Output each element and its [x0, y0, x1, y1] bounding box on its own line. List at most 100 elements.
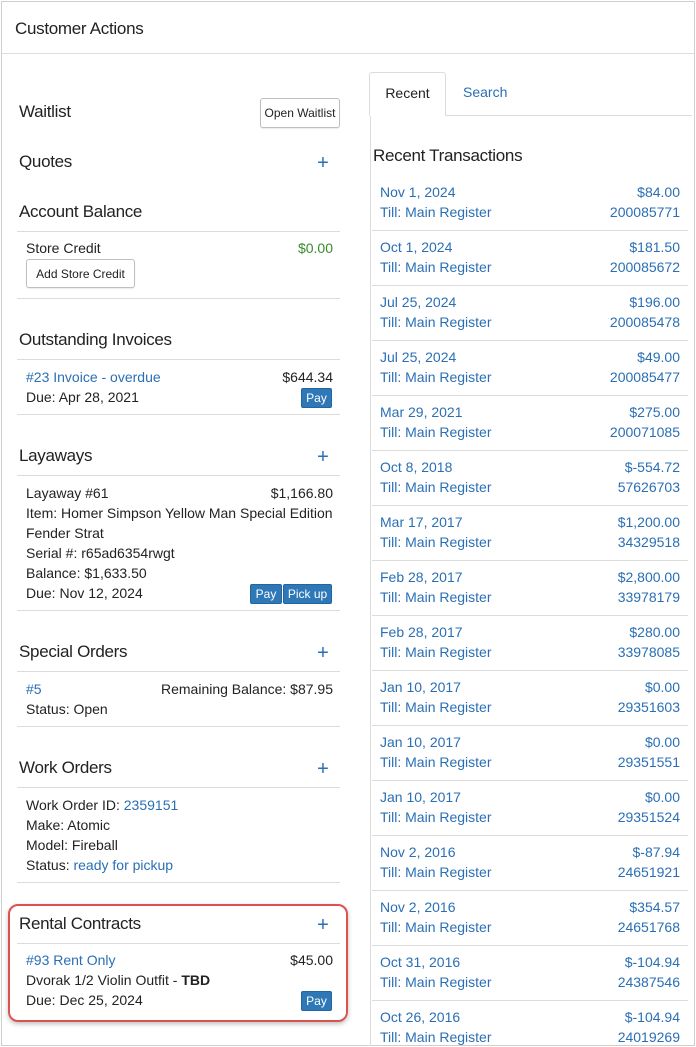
- transaction-row[interactable]: Jan 10, 2017 $0.00 Till: Main Register 2935…: [372, 781, 688, 836]
- transaction-amount[interactable]: $275.00: [629, 404, 680, 420]
- invoice-pay-button[interactable]: Pay: [301, 388, 332, 408]
- transaction-till[interactable]: Till: Main Register: [380, 314, 492, 330]
- transaction-number[interactable]: 200085477: [610, 369, 680, 385]
- transaction-date[interactable]: Nov 2, 2016: [380, 844, 456, 860]
- transaction-row[interactable]: Oct 1, 2024 $181.50 Till: Main Register 200…: [372, 231, 688, 286]
- transaction-row[interactable]: Jul 25, 2024 $196.00 Till: Main Register 20…: [372, 286, 688, 341]
- transaction-number[interactable]: 34329518: [618, 534, 680, 550]
- work-order-status-link[interactable]: ready for pickup: [73, 857, 173, 873]
- transaction-till[interactable]: Till: Main Register: [380, 369, 492, 385]
- transaction-date[interactable]: Oct 1, 2024: [380, 239, 452, 255]
- transaction-row[interactable]: Mar 17, 2017 $1,200.00 Till: Main Register…: [372, 506, 688, 561]
- transaction-date[interactable]: Jan 10, 2017: [380, 734, 461, 750]
- transaction-number[interactable]: 24019269: [618, 1029, 680, 1045]
- transaction-till[interactable]: Till: Main Register: [380, 864, 492, 880]
- transaction-amount[interactable]: $0.00: [645, 679, 680, 695]
- transaction-number[interactable]: 200085672: [610, 259, 680, 275]
- transaction-amount[interactable]: $0.00: [645, 734, 680, 750]
- open-waitlist-button[interactable]: Open Waitlist: [260, 98, 340, 128]
- transaction-row[interactable]: Jan 10, 2017 $0.00 Till: Main Register 2935…: [372, 671, 688, 726]
- transaction-number[interactable]: 24651921: [618, 864, 680, 880]
- add-work-order-button[interactable]: +: [316, 759, 330, 779]
- divider: [17, 671, 340, 672]
- transaction-till[interactable]: Till: Main Register: [380, 1029, 492, 1045]
- transaction-amount[interactable]: $0.00: [645, 789, 680, 805]
- transaction-date[interactable]: Nov 2, 2016: [380, 899, 456, 915]
- transaction-till[interactable]: Till: Main Register: [380, 974, 492, 990]
- work-order-id-link[interactable]: 2359151: [124, 797, 179, 813]
- transaction-number[interactable]: 24651768: [618, 919, 680, 935]
- transaction-row[interactable]: Oct 31, 2016 $-104.94 Till: Main Register 2…: [372, 946, 688, 1001]
- transaction-till[interactable]: Till: Main Register: [380, 754, 492, 770]
- transaction-number[interactable]: 200085478: [610, 314, 680, 330]
- transaction-row[interactable]: Oct 26, 2016 $-104.94 Till: Main Register 2…: [372, 1001, 688, 1047]
- transaction-number[interactable]: 33978179: [618, 589, 680, 605]
- transaction-date[interactable]: Mar 29, 2021: [380, 404, 463, 420]
- transaction-amount[interactable]: $354.57: [629, 899, 680, 915]
- add-special-order-button[interactable]: +: [316, 643, 330, 663]
- add-store-credit-button[interactable]: Add Store Credit: [26, 259, 135, 288]
- transaction-till[interactable]: Till: Main Register: [380, 919, 492, 935]
- transaction-row[interactable]: Nov 2, 2016 $-87.94 Till: Main Register 246…: [372, 836, 688, 891]
- transaction-row[interactable]: Jan 10, 2017 $0.00 Till: Main Register 2935…: [372, 726, 688, 781]
- transaction-date[interactable]: Jul 25, 2024: [380, 294, 456, 310]
- transaction-amount[interactable]: $49.00: [637, 349, 680, 365]
- special-order-link[interactable]: #5: [26, 681, 42, 697]
- transaction-till[interactable]: Till: Main Register: [380, 644, 492, 660]
- transaction-number[interactable]: 33978085: [618, 644, 680, 660]
- transaction-till[interactable]: Till: Main Register: [380, 259, 492, 275]
- transaction-number[interactable]: 29351551: [618, 754, 680, 770]
- transaction-date[interactable]: Oct 31, 2016: [380, 954, 460, 970]
- layaway-pay-button[interactable]: Pay: [250, 584, 282, 604]
- transaction-row[interactable]: Oct 8, 2018 $-554.72 Till: Main Register 57…: [372, 451, 688, 506]
- transaction-till[interactable]: Till: Main Register: [380, 589, 492, 605]
- transaction-row[interactable]: Mar 29, 2021 $275.00 Till: Main Register 20…: [372, 396, 688, 451]
- transaction-amount[interactable]: $2,800.00: [618, 569, 680, 585]
- transaction-number[interactable]: 200085771: [610, 204, 680, 220]
- transaction-amount[interactable]: $196.00: [629, 294, 680, 310]
- transaction-amount[interactable]: $-104.94: [625, 954, 680, 970]
- transaction-till[interactable]: Till: Main Register: [380, 699, 492, 715]
- transaction-number[interactable]: 29351524: [618, 809, 680, 825]
- transaction-date[interactable]: Jan 10, 2017: [380, 789, 461, 805]
- transaction-row[interactable]: Feb 28, 2017 $280.00 Till: Main Register 33…: [372, 616, 688, 671]
- transaction-number[interactable]: 29351603: [618, 699, 680, 715]
- invoice-link[interactable]: #23 Invoice - overdue: [26, 369, 161, 385]
- transaction-amount[interactable]: $181.50: [629, 239, 680, 255]
- transaction-date[interactable]: Feb 28, 2017: [380, 624, 463, 640]
- work-order-status: Status: ready for pickup: [26, 857, 173, 873]
- transaction-row[interactable]: Nov 2, 2016 $354.57 Till: Main Register 246…: [372, 891, 688, 946]
- transaction-amount[interactable]: $-104.94: [625, 1009, 680, 1025]
- transaction-amount[interactable]: $1,200.00: [618, 514, 680, 530]
- rental-contracts-highlight: [8, 904, 348, 1022]
- transaction-date[interactable]: Oct 8, 2018: [380, 459, 452, 475]
- transaction-number[interactable]: 200071085: [610, 424, 680, 440]
- layaway-serial: Serial #: r65ad6354rwgt: [26, 545, 175, 561]
- transaction-date[interactable]: Mar 17, 2017: [380, 514, 463, 530]
- outstanding-invoices-title: Outstanding Invoices: [19, 330, 172, 349]
- tab-search[interactable]: Search: [463, 84, 507, 100]
- transaction-row[interactable]: Nov 1, 2024 $84.00 Till: Main Register 2000…: [372, 176, 688, 231]
- transaction-number[interactable]: 57626703: [618, 479, 680, 495]
- transaction-date[interactable]: Jul 25, 2024: [380, 349, 456, 365]
- layaway-pickup-button[interactable]: Pick up: [283, 584, 332, 604]
- transaction-till[interactable]: Till: Main Register: [380, 479, 492, 495]
- transaction-date[interactable]: Jan 10, 2017: [380, 679, 461, 695]
- add-layaway-button[interactable]: +: [316, 447, 330, 467]
- transaction-date[interactable]: Nov 1, 2024: [380, 184, 456, 200]
- transaction-number[interactable]: 24387546: [618, 974, 680, 990]
- transaction-till[interactable]: Till: Main Register: [380, 809, 492, 825]
- tab-recent[interactable]: Recent: [369, 72, 446, 116]
- transaction-till[interactable]: Till: Main Register: [380, 534, 492, 550]
- transaction-amount[interactable]: $-87.94: [633, 844, 680, 860]
- transaction-row[interactable]: Feb 28, 2017 $2,800.00 Till: Main Register…: [372, 561, 688, 616]
- transaction-amount[interactable]: $84.00: [637, 184, 680, 200]
- transaction-date[interactable]: Oct 26, 2016: [380, 1009, 460, 1025]
- transaction-till[interactable]: Till: Main Register: [380, 424, 492, 440]
- transaction-date[interactable]: Feb 28, 2017: [380, 569, 463, 585]
- transaction-row[interactable]: Jul 25, 2024 $49.00 Till: Main Register 200…: [372, 341, 688, 396]
- transaction-till[interactable]: Till: Main Register: [380, 204, 492, 220]
- add-quote-button[interactable]: +: [316, 153, 330, 173]
- transaction-amount[interactable]: $280.00: [629, 624, 680, 640]
- transaction-amount[interactable]: $-554.72: [625, 459, 680, 475]
